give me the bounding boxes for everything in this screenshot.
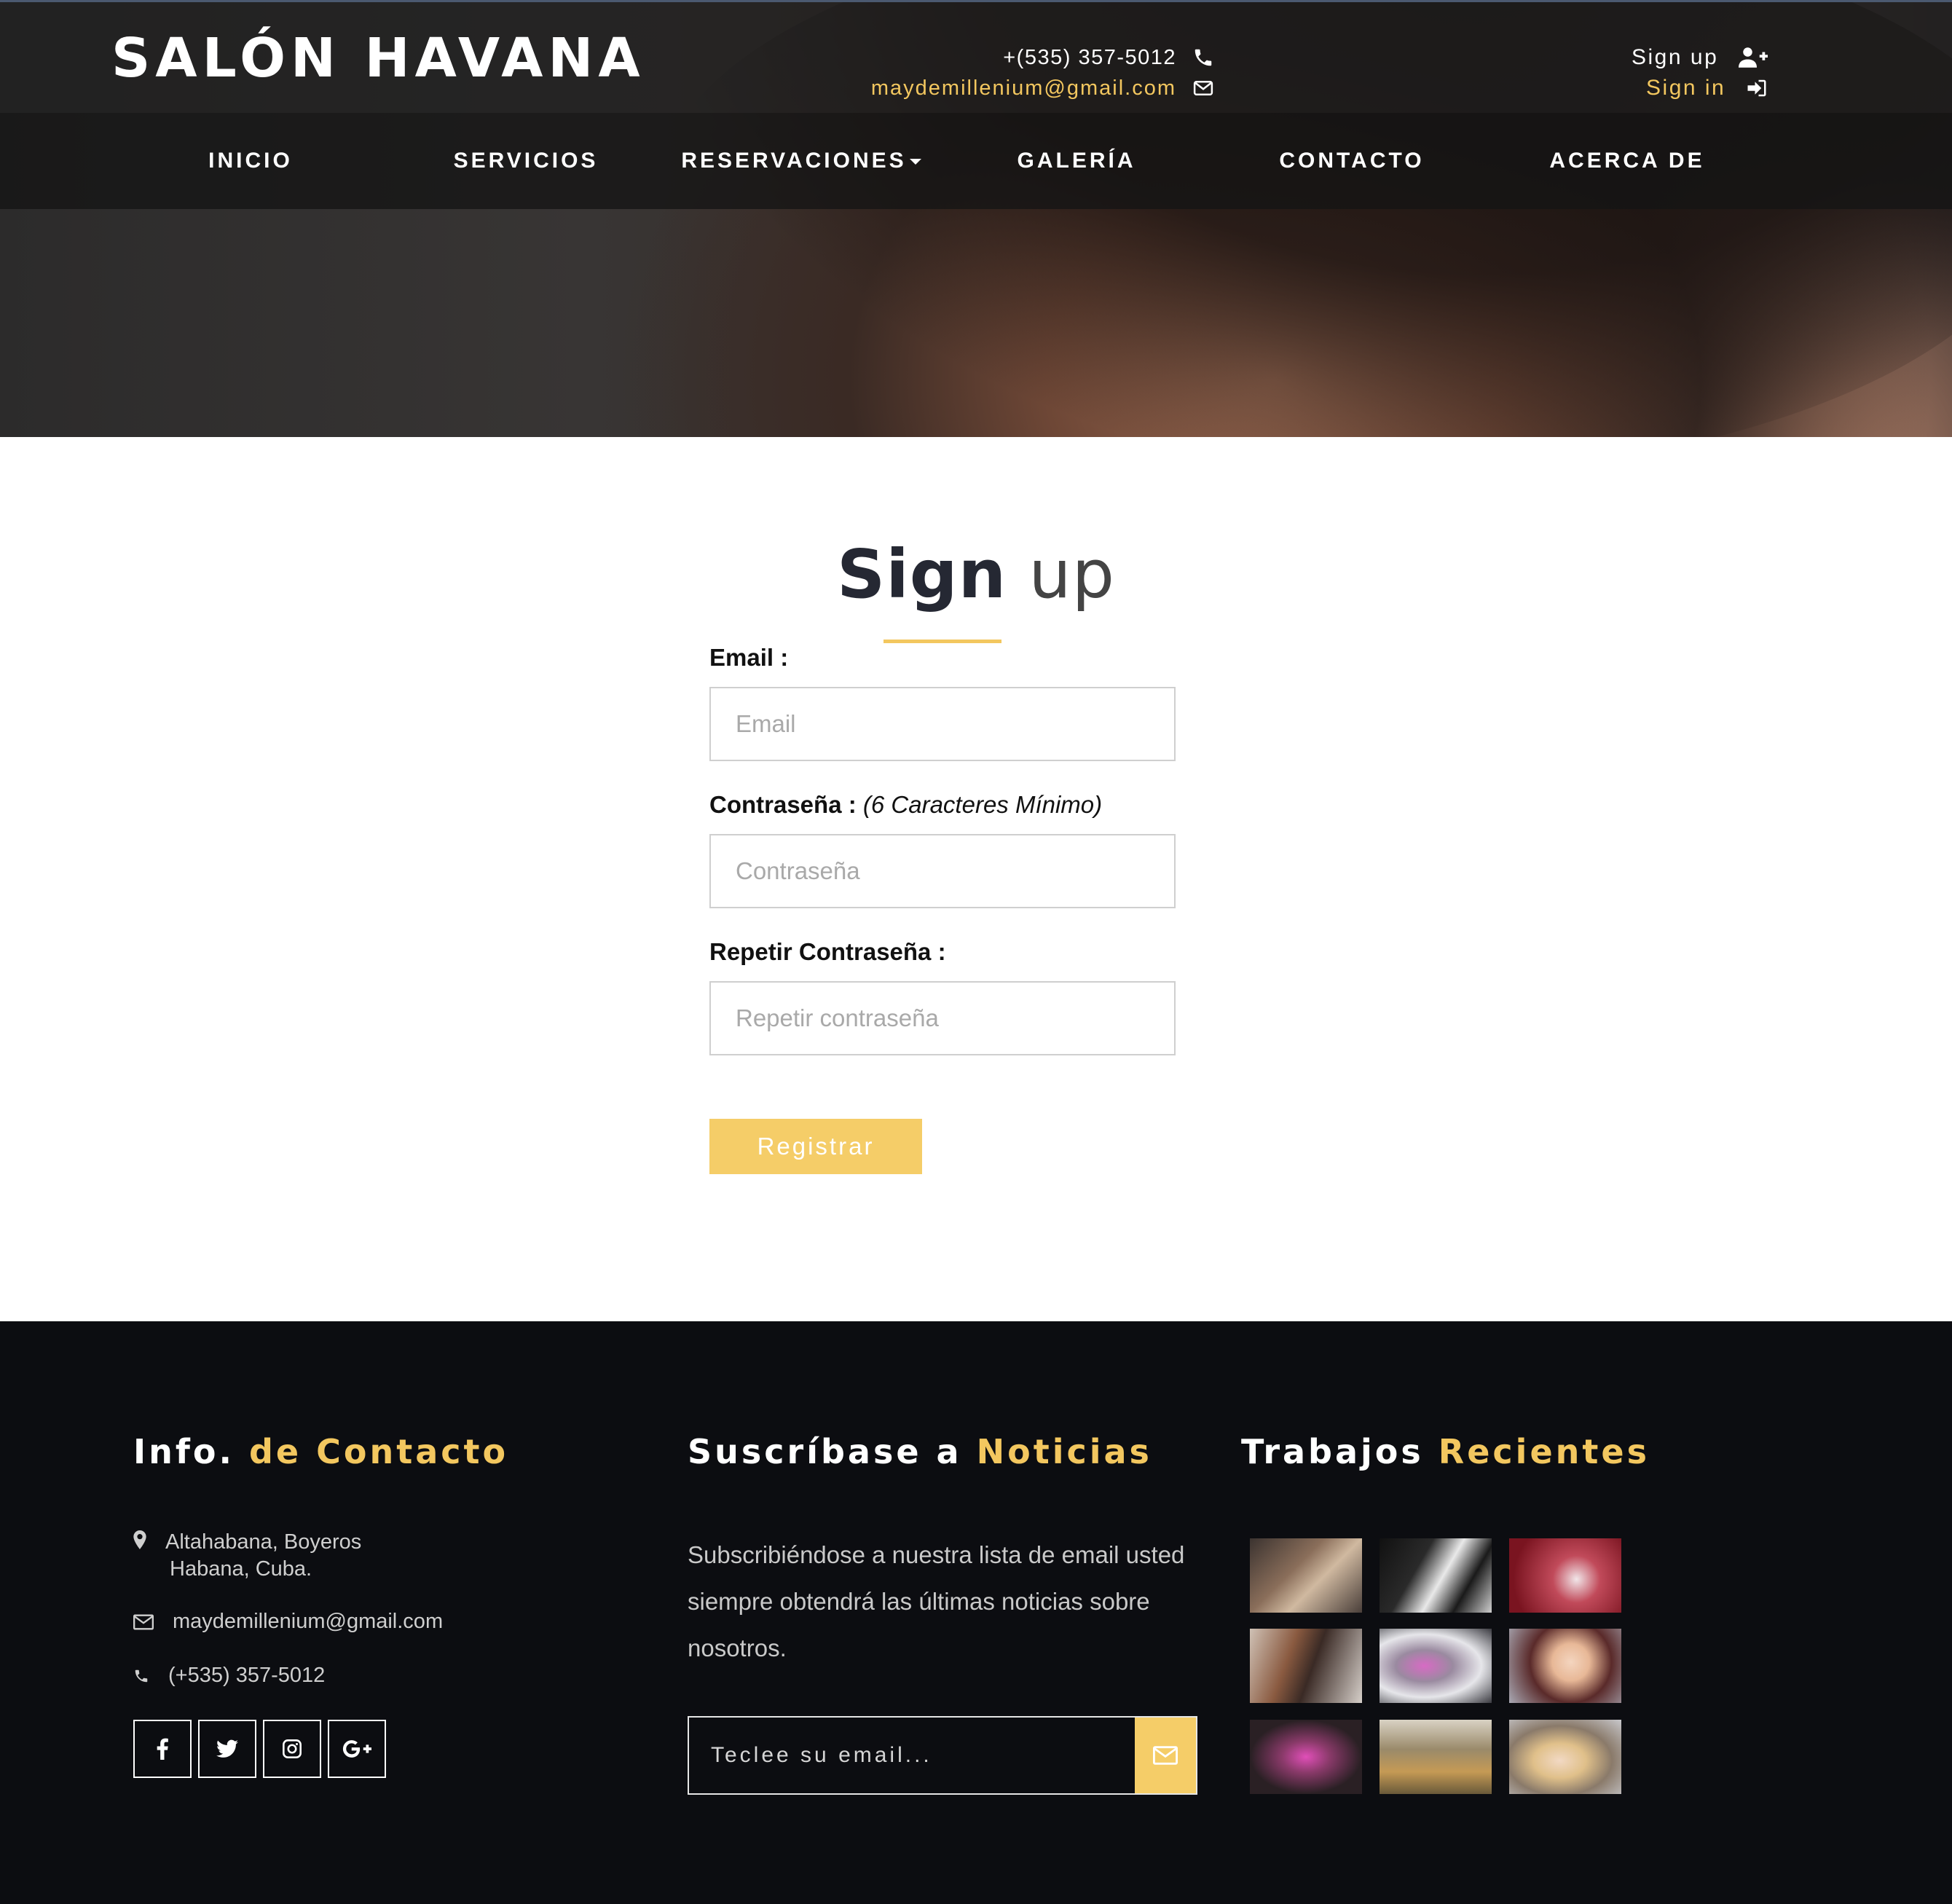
footer-email[interactable]: maydemillenium@gmail.com (173, 1610, 443, 1634)
email-row[interactable]: maydemillenium@gmail.com (133, 1610, 443, 1634)
newsletter-title-b: Noticias (976, 1432, 1152, 1471)
sign-up-link[interactable]: Sign up (1632, 42, 1768, 73)
recent-work-thumb[interactable] (1250, 1538, 1362, 1613)
footer: Info. de Contacto Altahabana, Boyeros Ha… (0, 1321, 1952, 1904)
recent-work-thumb[interactable] (1509, 1720, 1621, 1794)
address-line1: Altahabana, Boyeros (165, 1530, 362, 1554)
header-contact: +(535) 357-5012 maydemillenium@gmail.com (871, 42, 1214, 103)
sign-up-label[interactable]: Sign up (1632, 45, 1718, 70)
email-label: Email : (709, 644, 789, 671)
nav-item-galeria[interactable]: GALERÍA (945, 113, 1208, 209)
password-note: (6 Caracteres Mínimo) (862, 791, 1103, 818)
contact-info-title: Info. de Contacto (133, 1432, 508, 1471)
password-field[interactable] (709, 834, 1176, 908)
main-nav: INICIO SERVICIOS RESERVACIONES GALERÍA C… (0, 113, 1952, 209)
nav-item-contacto[interactable]: CONTACTO (1221, 113, 1483, 209)
recent-work-thumb[interactable] (1380, 1720, 1492, 1794)
page-title-bold: Sign (836, 535, 1007, 613)
instagram-icon (283, 1739, 302, 1758)
google-plus-icon (342, 1740, 371, 1758)
recent-works-title: Trabajos Recientes (1241, 1432, 1650, 1471)
register-button[interactable]: Registrar (709, 1119, 922, 1174)
brand-logo[interactable]: SALÓN HAVANA (111, 27, 645, 90)
map-marker-icon (133, 1530, 146, 1549)
subscribe-form (688, 1716, 1197, 1795)
password-label-text: Contraseña : (709, 791, 857, 818)
subscribe-email-input[interactable] (689, 1718, 1136, 1793)
phone-row[interactable]: (+535) 357-5012 (133, 1664, 325, 1688)
contact-info-title-b: de Contacto (248, 1432, 509, 1471)
recent-work-thumb[interactable] (1380, 1629, 1492, 1703)
nav-item-acerca-de[interactable]: ACERCA DE (1496, 113, 1758, 209)
title-underline (883, 640, 1001, 643)
twitter-icon (216, 1739, 238, 1758)
envelope-icon (133, 1614, 154, 1630)
header-phone[interactable]: +(535) 357-5012 (1003, 46, 1176, 70)
newsletter-description: Subscribiéndose a nuestra lista de email… (688, 1541, 1185, 1661)
nav-item-inicio[interactable]: INICIO (119, 113, 382, 209)
password-label: Contraseña : (6 Caracteres Mínimo) (709, 791, 1102, 819)
recent-work-thumb[interactable] (1380, 1538, 1492, 1613)
envelope-icon (1193, 81, 1213, 95)
hero-banner: SALÓN HAVANA +(535) 357-5012 maydemillen… (0, 0, 1952, 437)
page-title: Sign up (0, 535, 1952, 613)
google-plus-button[interactable] (328, 1720, 386, 1778)
address-row: Altahabana, Boyeros Habana, Cuba. (133, 1530, 361, 1581)
newsletter-title: Suscríbase a Noticias (688, 1432, 1152, 1471)
caret-down-icon (909, 159, 921, 165)
nav-item-servicios[interactable]: SERVICIOS (395, 113, 657, 209)
top-bar: SALÓN HAVANA +(535) 357-5012 maydemillen… (0, 0, 1952, 113)
subscribe-button[interactable] (1135, 1718, 1196, 1793)
twitter-button[interactable] (198, 1720, 256, 1778)
recent-works-title-a: Trabajos (1241, 1432, 1424, 1471)
recent-work-thumb[interactable] (1250, 1629, 1362, 1703)
recent-work-thumb[interactable] (1250, 1720, 1362, 1794)
recent-works-title-b: Recientes (1438, 1432, 1650, 1471)
repeat-password-label: Repetir Contraseña : (709, 938, 946, 965)
facebook-button[interactable] (133, 1720, 192, 1778)
auth-links: Sign up Sign in (1632, 42, 1768, 103)
repeat-password-field[interactable] (709, 981, 1176, 1055)
envelope-icon (1153, 1746, 1178, 1765)
email-field[interactable] (709, 687, 1176, 761)
recent-work-thumb[interactable] (1509, 1538, 1621, 1613)
recent-work-thumb[interactable] (1509, 1629, 1621, 1703)
sign-in-label[interactable]: Sign in (1646, 76, 1725, 101)
nav-item-reservaciones-label: RESERVACIONES (681, 149, 907, 173)
phone-icon (135, 1669, 148, 1683)
sign-in-icon (1747, 79, 1766, 97)
instagram-button[interactable] (263, 1720, 321, 1778)
contact-info-title-a: Info. (133, 1432, 235, 1471)
header-email[interactable]: maydemillenium@gmail.com (871, 76, 1176, 101)
footer-phone[interactable]: (+535) 357-5012 (168, 1664, 325, 1688)
page-title-light: up (1028, 535, 1116, 613)
phone-icon (1195, 49, 1212, 66)
facebook-icon (157, 1738, 168, 1760)
nav-item-reservaciones[interactable]: RESERVACIONES (670, 113, 932, 209)
user-plus-icon (1739, 47, 1768, 68)
newsletter-title-a: Suscríbase a (688, 1432, 962, 1471)
address-line2: Habana, Cuba. (170, 1557, 312, 1581)
sign-in-link[interactable]: Sign in (1632, 73, 1768, 103)
